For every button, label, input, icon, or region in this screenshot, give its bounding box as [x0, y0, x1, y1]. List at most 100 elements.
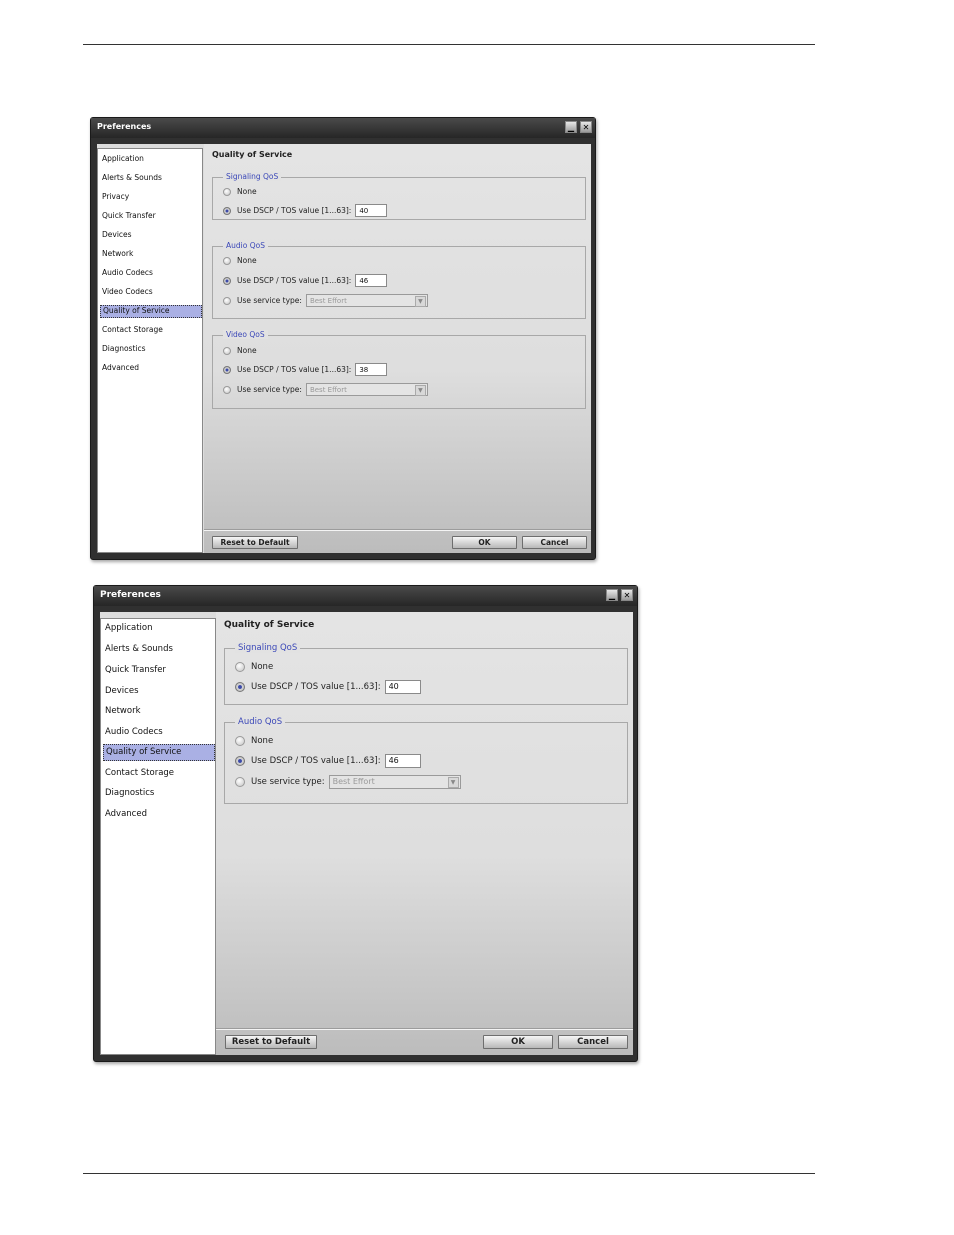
audio-service-option[interactable]: Use service type: Best Effort ▼	[235, 775, 461, 789]
option-label: None	[251, 736, 274, 746]
footer-divider	[204, 529, 591, 531]
sidebar-item-network[interactable]: Network	[100, 249, 133, 258]
option-label: Use DSCP / TOS value [1...63]:	[251, 756, 381, 766]
title-bar[interactable]: Preferences ▁ ✕	[91, 118, 595, 138]
radio-button[interactable]	[223, 346, 231, 355]
radio-button[interactable]	[223, 385, 231, 394]
signaling-dscp-option[interactable]: Use DSCP / TOS value [1...63]: 40	[235, 680, 421, 694]
sidebar-item-privacy[interactable]: Privacy	[100, 192, 129, 201]
sidebar-item-audio-codecs[interactable]: Audio Codecs	[103, 727, 163, 737]
sidebar-item-video-codecs[interactable]: Video Codecs	[100, 287, 153, 296]
video-service-option[interactable]: Use service type: Best Effort ▼	[223, 383, 428, 396]
audio-qos-group: Audio QoS None Use DSCP / TOS value [1..…	[212, 241, 586, 319]
option-label: Use DSCP / TOS value [1...63]:	[237, 365, 352, 374]
page-title: Quality of Service	[212, 150, 293, 159]
category-list[interactable]: Application Alerts & Sounds Privacy Quic…	[97, 148, 203, 553]
radio-button-selected[interactable]	[223, 206, 231, 215]
signaling-qos-group: Signaling QoS None Use DSCP / TOS value …	[224, 643, 628, 705]
minimize-icon[interactable]: ▁	[606, 589, 618, 601]
radio-button[interactable]	[235, 777, 245, 787]
group-legend: Signaling QoS	[223, 172, 282, 181]
sidebar-item-advanced[interactable]: Advanced	[103, 809, 147, 819]
radio-button-selected[interactable]	[223, 365, 231, 374]
chevron-down-icon[interactable]: ▼	[447, 777, 459, 788]
audio-none-option[interactable]: None	[235, 736, 273, 746]
select-value: Best Effort	[309, 386, 347, 394]
reset-to-default-button[interactable]: Reset to Default	[225, 1035, 317, 1049]
audio-dscp-input[interactable]: 46	[355, 274, 388, 287]
radio-button-selected[interactable]	[235, 682, 245, 692]
sidebar-item-application[interactable]: Application	[100, 154, 144, 163]
radio-button[interactable]	[235, 662, 245, 672]
sidebar-item-quality-of-service[interactable]: Quality of Service	[100, 305, 202, 318]
video-service-select[interactable]: Best Effort ▼	[305, 383, 428, 396]
option-label: Use service type:	[237, 296, 302, 305]
radio-button[interactable]	[223, 256, 231, 265]
signaling-dscp-input[interactable]: 40	[355, 204, 388, 217]
select-value: Best Effort	[332, 777, 375, 786]
settings-panel: Quality of Service Signaling QoS None Us…	[216, 612, 633, 1055]
sidebar-item-contact-storage[interactable]: Contact Storage	[100, 325, 163, 334]
audio-dscp-option[interactable]: Use DSCP / TOS value [1...63]: 46	[235, 754, 421, 768]
signaling-dscp-input[interactable]: 40	[384, 680, 421, 694]
footer-divider	[216, 1028, 633, 1030]
sidebar-item-diagnostics[interactable]: Diagnostics	[100, 344, 146, 353]
group-legend: Audio QoS	[223, 241, 268, 250]
sidebar-item-diagnostics[interactable]: Diagnostics	[103, 788, 154, 798]
option-label: None	[251, 662, 274, 672]
radio-button[interactable]	[235, 736, 245, 746]
chevron-down-icon[interactable]: ▼	[414, 385, 426, 396]
window-title: Preferences	[97, 122, 152, 131]
sidebar-item-devices[interactable]: Devices	[100, 230, 132, 239]
sidebar-item-advanced[interactable]: Advanced	[100, 363, 139, 372]
sidebar-item-contact-storage[interactable]: Contact Storage	[103, 768, 174, 778]
title-bar[interactable]: Preferences ▁ ✕	[94, 586, 637, 606]
video-dscp-input[interactable]: 38	[355, 363, 388, 376]
radio-button-selected[interactable]	[235, 756, 245, 766]
group-legend: Audio QoS	[235, 717, 286, 727]
audio-none-option[interactable]: None	[223, 256, 257, 265]
radio-button-selected[interactable]	[223, 276, 231, 285]
sidebar-item-quality-of-service[interactable]: Quality of Service	[103, 744, 215, 761]
close-icon[interactable]: ✕	[580, 121, 592, 133]
window-title: Preferences	[100, 590, 161, 600]
cancel-button[interactable]: Cancel	[522, 536, 587, 549]
audio-service-select[interactable]: Best Effort ▼	[328, 775, 461, 789]
video-dscp-option[interactable]: Use DSCP / TOS value [1...63]: 38	[223, 363, 388, 376]
sidebar-item-alerts-sounds[interactable]: Alerts & Sounds	[103, 644, 173, 654]
video-none-option[interactable]: None	[223, 346, 257, 355]
sidebar-item-quick-transfer[interactable]: Quick Transfer	[100, 211, 156, 220]
option-label: Use DSCP / TOS value [1...63]:	[237, 206, 352, 215]
option-label: Use DSCP / TOS value [1...63]:	[237, 276, 352, 285]
bottom-rule	[83, 1173, 815, 1174]
minimize-icon[interactable]: ▁	[565, 121, 577, 133]
group-legend: Signaling QoS	[235, 643, 301, 653]
sidebar-item-application[interactable]: Application	[103, 623, 153, 633]
close-icon[interactable]: ✕	[621, 589, 633, 601]
select-value: Best Effort	[309, 297, 347, 305]
reset-to-default-button[interactable]: Reset to Default	[212, 536, 298, 549]
cancel-button[interactable]: Cancel	[558, 1035, 628, 1049]
preferences-window-1: Preferences ▁ ✕ Application Alerts & Sou…	[90, 117, 596, 560]
ok-button[interactable]: OK	[483, 1035, 553, 1049]
audio-service-option[interactable]: Use service type: Best Effort ▼	[223, 294, 428, 307]
radio-button[interactable]	[223, 296, 231, 305]
signaling-none-option[interactable]: None	[235, 662, 273, 672]
chevron-down-icon[interactable]: ▼	[414, 296, 426, 307]
sidebar-item-network[interactable]: Network	[103, 706, 141, 716]
option-label: None	[237, 346, 257, 355]
audio-qos-group: Audio QoS None Use DSCP / TOS value [1..…	[224, 717, 628, 804]
sidebar-item-audio-codecs[interactable]: Audio Codecs	[100, 268, 153, 277]
audio-dscp-input[interactable]: 46	[384, 754, 421, 768]
audio-service-select[interactable]: Best Effort ▼	[305, 294, 428, 307]
signaling-dscp-option[interactable]: Use DSCP / TOS value [1...63]: 40	[223, 204, 388, 217]
sidebar-item-quick-transfer[interactable]: Quick Transfer	[103, 665, 166, 675]
sidebar-item-devices[interactable]: Devices	[103, 686, 139, 696]
sidebar-item-alerts-sounds[interactable]: Alerts & Sounds	[100, 173, 162, 182]
radio-button[interactable]	[223, 187, 231, 196]
option-label: Use DSCP / TOS value [1...63]:	[251, 682, 381, 692]
signaling-none-option[interactable]: None	[223, 187, 257, 196]
ok-button[interactable]: OK	[452, 536, 517, 549]
audio-dscp-option[interactable]: Use DSCP / TOS value [1...63]: 46	[223, 274, 388, 287]
category-list[interactable]: Application Alerts & Sounds Quick Transf…	[100, 618, 216, 1055]
